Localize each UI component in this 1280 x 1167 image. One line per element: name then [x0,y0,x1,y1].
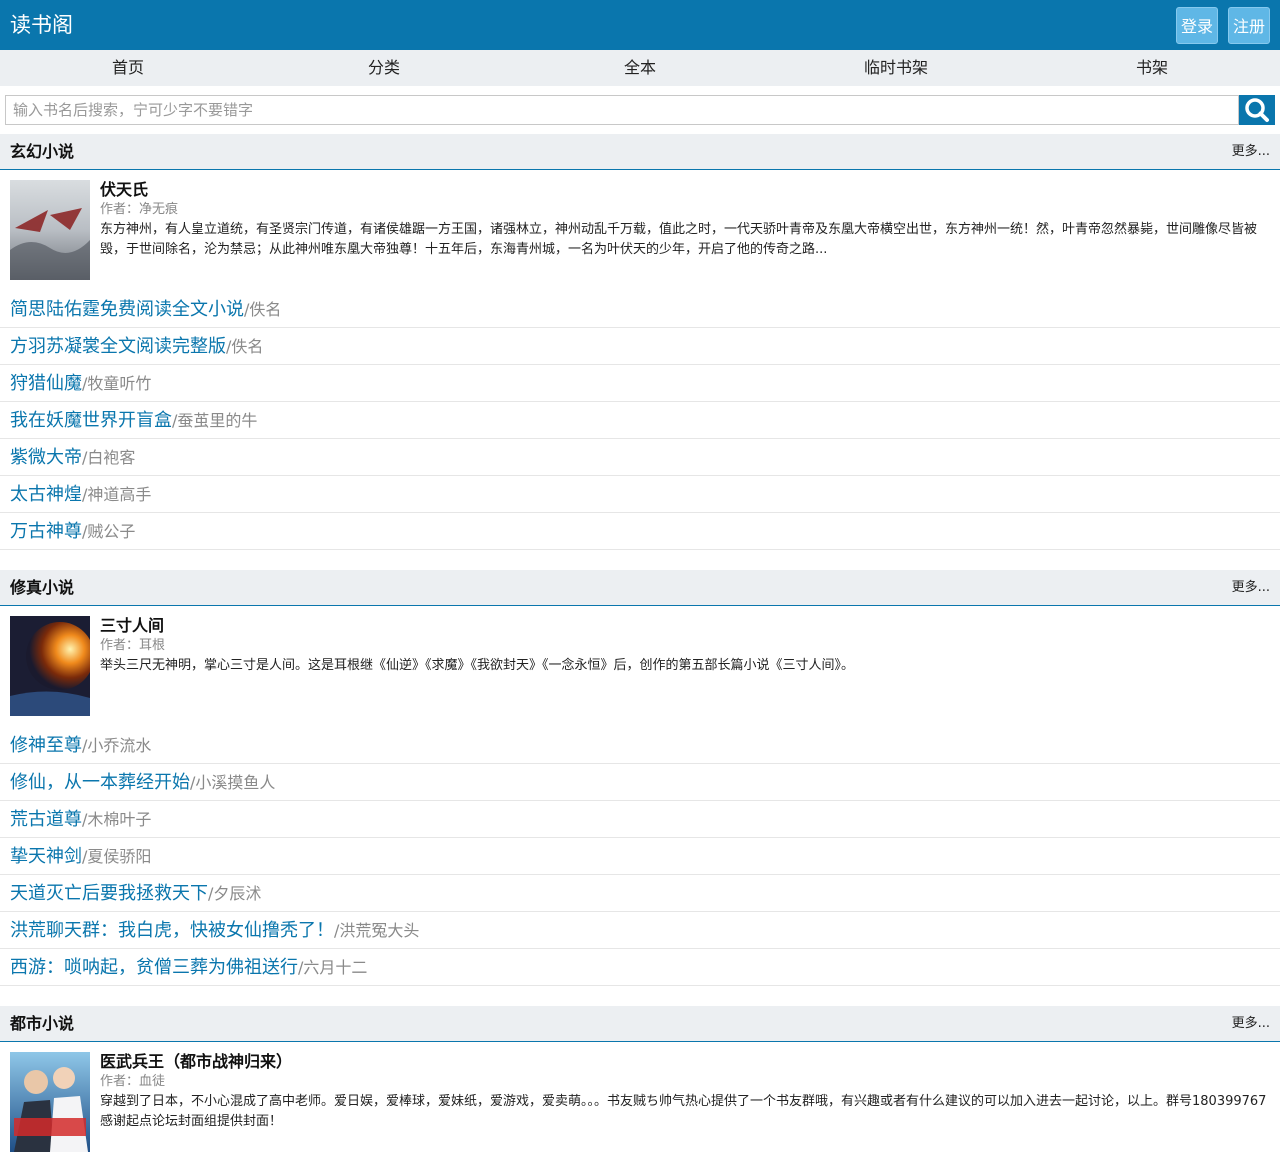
list-item[interactable]: 太古神煌/神道高手 [0,476,1280,513]
book-author: /小乔流水 [82,736,152,755]
book-name[interactable]: 我在妖魔世界开盲盒 [10,410,172,431]
list-item[interactable]: 我在妖魔世界开盲盒/蚕茧里的牛 [0,402,1280,439]
more-link[interactable]: 更多... [1232,134,1270,169]
list-item[interactable]: 紫微大帝/白袍客 [0,439,1280,476]
section-header: 都市小说 更多... [0,1006,1280,1042]
book-author: /白袍客 [82,448,136,467]
book-list: 修神至尊/小乔流水 修仙，从一本葬经开始/小溪摸鱼人 荒古道尊/木棉叶子 挚天神… [0,727,1280,986]
book-author: /洪荒冤大头 [334,921,420,940]
book-description: 举头三尺无神明，掌心三寸是人间。这是耳根继《仙逆》《求魔》《我欲封天》《一念永恒… [100,658,855,673]
book-name[interactable]: 简思陆佑霆免费阅读全文小说 [10,299,244,320]
book-cover[interactable] [10,1052,90,1152]
book-author: /小溪摸鱼人 [190,773,276,792]
book-name[interactable]: 太古神煌 [10,484,82,505]
book-author: /木棉叶子 [82,810,152,829]
book-author: /蚕茧里的牛 [172,411,258,430]
book-name[interactable]: 修仙，从一本葬经开始 [10,772,190,793]
register-button[interactable]: 注册 [1228,7,1270,44]
book-name[interactable]: 挚天神剑 [10,846,82,867]
list-item[interactable]: 狩猎仙魔/牧童听竹 [0,365,1280,402]
book-author: /夏侯骄阳 [82,847,152,866]
book-title[interactable]: 伏天氏 [100,179,148,201]
site-logo[interactable]: 读书阁 [10,12,73,38]
book-cover[interactable] [10,616,90,716]
login-button[interactable]: 登录 [1176,7,1218,44]
search-button[interactable] [1239,95,1275,125]
book-author: /神道高手 [82,485,152,504]
book-cover[interactable] [10,180,90,280]
search-input[interactable] [6,96,1238,124]
section-title[interactable]: 修真小说 [10,570,74,605]
featured-book: 伏天氏 作者：净无痕 东方神州，有人皇立道统，有圣贤宗门传道，有诸侯雄踞一方王国… [0,170,1280,281]
book-name[interactable]: 荒古道尊 [10,809,82,830]
list-item[interactable]: 万古神尊/贼公子 [0,513,1280,550]
book-list: 简思陆佑霆免费阅读全文小说/佚名 方羽苏凝裳全文阅读完整版/佚名 狩猎仙魔/牧童… [0,291,1280,550]
top-bar: 读书阁 登录 注册 [0,0,1280,50]
book-name[interactable]: 万古神尊 [10,521,82,542]
book-author: /贼公子 [82,522,136,541]
book-name[interactable]: 天道灭亡后要我拯救天下 [10,883,208,904]
section-xuanhuan: 玄幻小说 更多... 伏天氏 作者：净无痕 东方神州，有人皇立道统，有圣贤宗门传… [0,134,1280,550]
book-author: 作者：耳根 [100,638,166,653]
book-title[interactable]: 医武兵王（都市战神归来） [100,1051,292,1073]
section-header: 修真小说 更多... [0,570,1280,606]
book-name[interactable]: 方羽苏凝裳全文阅读完整版 [10,336,226,357]
book-title[interactable]: 三寸人间 [100,615,164,637]
nav-home[interactable]: 首页 [0,50,256,86]
list-item[interactable]: 修神至尊/小乔流水 [0,727,1280,764]
list-item[interactable]: 方羽苏凝裳全文阅读完整版/佚名 [0,328,1280,365]
search-icon [1245,98,1269,122]
book-description: 穿越到了日本，不小心混成了高中老师。爱日娱，爱棒球，爱妹纸，爱游戏，爱卖萌。。。… [100,1094,1267,1129]
book-author: /夕辰沭 [208,884,262,903]
nav-temp-shelf[interactable]: 临时书架 [768,50,1024,86]
section-xiuzhen: 修真小说 更多... 三寸人间 作者：耳根 举头三尺无神明，掌心三寸是人间。这是… [0,570,1280,986]
featured-book: 医武兵王（都市战神归来） 作者：血徒 穿越到了日本，不小心混成了高中老师。爱日娱… [0,1042,1280,1153]
section-title[interactable]: 都市小说 [10,1006,74,1041]
nav-bookshelf[interactable]: 书架 [1024,50,1280,86]
book-name[interactable]: 洪荒聊天群：我白虎，快被女仙撸秃了！ [10,920,334,941]
book-name[interactable]: 西游：唢呐起，贫僧三葬为佛祖送行 [10,957,298,978]
book-name[interactable]: 狩猎仙魔 [10,373,82,394]
book-author: /佚名 [244,300,282,319]
more-link[interactable]: 更多... [1232,570,1270,605]
nav-complete[interactable]: 全本 [512,50,768,86]
list-item[interactable]: 洪荒聊天群：我白虎，快被女仙撸秃了！/洪荒冤大头 [0,912,1280,949]
list-item[interactable]: 挚天神剑/夏侯骄阳 [0,838,1280,875]
list-item[interactable]: 荒古道尊/木棉叶子 [0,801,1280,838]
list-item[interactable]: 修仙，从一本葬经开始/小溪摸鱼人 [0,764,1280,801]
list-item[interactable]: 简思陆佑霆免费阅读全文小说/佚名 [0,291,1280,328]
list-item[interactable]: 西游：唢呐起，贫僧三葬为佛祖送行/六月十二 [0,949,1280,986]
search-bar [0,86,1280,134]
main-nav: 首页 分类 全本 临时书架 书架 [0,50,1280,86]
section-header: 玄幻小说 更多... [0,134,1280,170]
section-dushi: 都市小说 更多... 医武兵王（都市战神归来） 作者：血徒 穿越到了日本，不小心… [0,1006,1280,1153]
section-title[interactable]: 玄幻小说 [10,134,74,169]
nav-category[interactable]: 分类 [256,50,512,86]
book-author: 作者：血徒 [100,1074,166,1089]
book-name[interactable]: 修神至尊 [10,735,82,756]
book-author: 作者：净无痕 [100,202,179,217]
list-item[interactable]: 天道灭亡后要我拯救天下/夕辰沭 [0,875,1280,912]
search-field [5,95,1239,125]
book-author: /六月十二 [298,958,368,977]
more-link[interactable]: 更多... [1232,1006,1270,1041]
featured-book: 三寸人间 作者：耳根 举头三尺无神明，掌心三寸是人间。这是耳根继《仙逆》《求魔》… [0,606,1280,717]
book-name[interactable]: 紫微大帝 [10,447,82,468]
book-author: /佚名 [226,337,264,356]
book-author: /牧童听竹 [82,374,152,393]
book-description: 东方神州，有人皇立道统，有圣贤宗门传道，有诸侯雄踞一方王国，诸强林立，神州动乱千… [100,222,1258,257]
